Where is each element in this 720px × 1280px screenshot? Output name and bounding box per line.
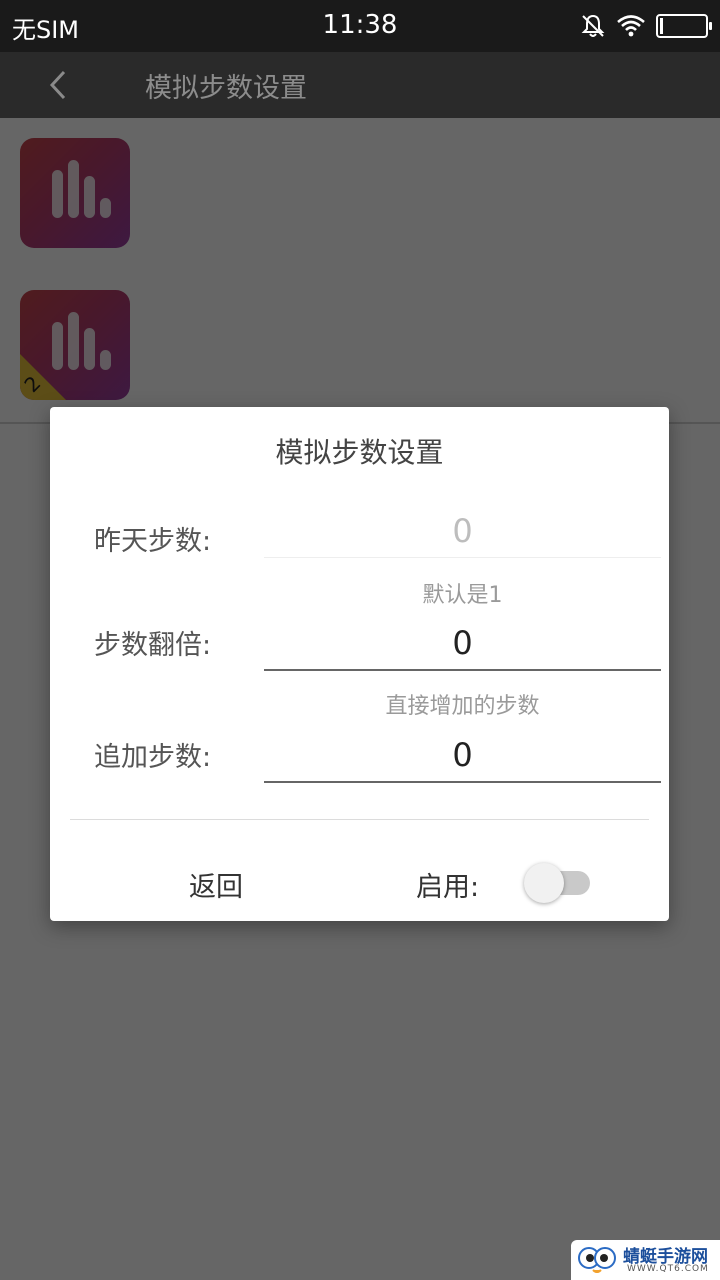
dialog-title: 模拟步数设置 [275, 436, 444, 469]
watermark-url: WWW.QT6.COM [627, 1264, 709, 1274]
battery-icon [656, 14, 712, 38]
settings-dialog: 模拟步数设置 昨天步数: 0 默认是1 步数翻倍: 0 直接增加的步数 追加步数… [50, 407, 669, 921]
extra-steps-input[interactable]: 0 [264, 729, 661, 783]
enable-toggle[interactable] [524, 861, 594, 903]
extra-steps-label: 追加步数: [94, 742, 212, 773]
extra-steps-hint: 直接增加的步数 [385, 694, 540, 719]
divider [70, 819, 649, 820]
toggle-thumb [524, 863, 564, 903]
mute-bell-icon [581, 14, 605, 37]
yesterday-steps-label: 昨天步数: [94, 526, 212, 557]
status-icons [580, 12, 712, 40]
multiplier-hint: 默认是1 [422, 583, 503, 608]
wifi-icon [617, 15, 645, 37]
yesterday-steps-input: 0 [264, 505, 661, 558]
back-button[interactable] [36, 60, 84, 110]
chevron-left-icon [49, 70, 66, 100]
multiplier-label: 步数翻倍: [94, 630, 212, 661]
page-title: 模拟步数设置 [145, 73, 307, 104]
enable-label: 启用: [416, 872, 480, 903]
app-bar: 模拟步数设置 [0, 52, 720, 118]
return-button[interactable]: 返回 [156, 865, 276, 904]
dragonfly-logo-icon [578, 1247, 616, 1273]
watermark: 蜻蜓手游网 WWW.QT6.COM [571, 1240, 720, 1280]
status-bar: 无SIM 11:38 [0, 0, 720, 52]
multiplier-input[interactable]: 0 [264, 617, 661, 671]
